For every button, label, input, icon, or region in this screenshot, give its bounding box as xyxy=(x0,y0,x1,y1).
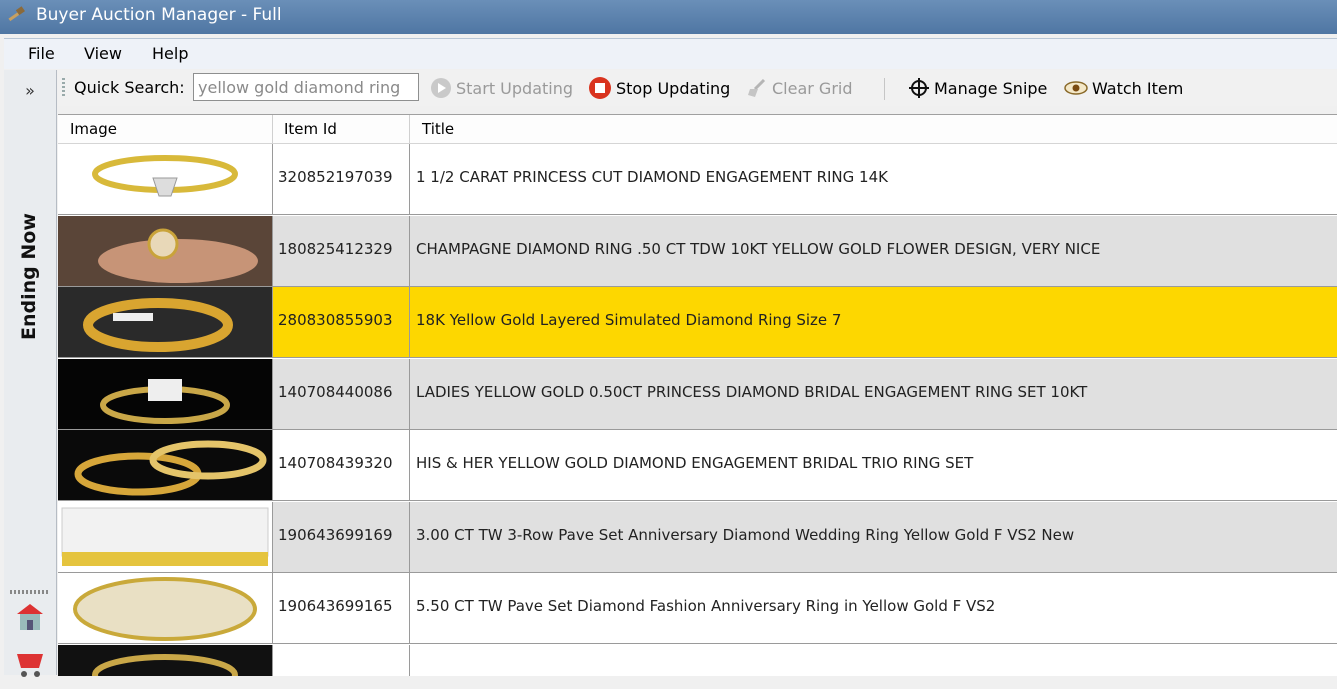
ring-thumbnail[interactable] xyxy=(58,358,272,429)
cart-icon[interactable] xyxy=(12,648,48,682)
cell-divider xyxy=(409,644,410,676)
title-cell: HIS & HER YELLOW GOLD DIAMOND ENGAGEMENT… xyxy=(416,454,974,472)
gavel-icon xyxy=(6,6,28,26)
cell-divider xyxy=(409,573,410,644)
table-row[interactable]: 280830855903 18K Yellow Gold Layered Simu… xyxy=(58,287,1337,358)
column-divider[interactable] xyxy=(409,115,410,143)
ending-now-tab[interactable]: Ending Now xyxy=(18,213,40,340)
quick-search-label: Quick Search: xyxy=(74,78,185,97)
start-updating-label: Start Updating xyxy=(456,78,574,98)
menu-file[interactable]: File xyxy=(28,44,55,63)
cell-divider xyxy=(272,644,273,676)
title-cell: CHAMPAGNE DIAMOND RING .50 CT TDW 10KT Y… xyxy=(416,239,1101,258)
cell-divider xyxy=(409,501,410,573)
cell-divider xyxy=(272,573,273,644)
column-header-image[interactable]: Image xyxy=(70,120,117,138)
manage-snipe-label: Manage Snipe xyxy=(934,78,1048,98)
watch-item-label: Watch Item xyxy=(1092,78,1184,98)
quick-search-input[interactable] xyxy=(193,73,419,101)
ring-thumbnail[interactable] xyxy=(58,287,272,357)
table-row[interactable]: 190643699165 5.50 CT TW Pave Set Diamond … xyxy=(58,573,1337,644)
panel-splitter[interactable] xyxy=(10,590,50,594)
results-grid: Image Item Id Title 320852197039 1 1/2 CA… xyxy=(58,114,1337,676)
watch-item-button[interactable]: Watch Item xyxy=(1064,74,1183,102)
column-header-item-id[interactable]: Item Id xyxy=(284,120,337,138)
play-icon xyxy=(431,78,451,98)
table-row[interactable]: 320852197039 1 1/2 CARAT PRINCESS CUT DIA… xyxy=(58,144,1337,215)
ring-thumbnail[interactable] xyxy=(58,644,272,676)
menu-view[interactable]: View xyxy=(84,44,122,63)
cell-divider xyxy=(409,430,410,501)
ring-thumbnail[interactable] xyxy=(58,430,272,500)
crosshair-icon xyxy=(909,78,929,98)
table-row[interactable]: 140708440086 LADIES YELLOW GOLD 0.50CT PR… xyxy=(58,358,1337,430)
cell-divider xyxy=(272,501,273,573)
ring-thumbnail[interactable] xyxy=(58,144,272,214)
table-row[interactable]: 180825412329 CHAMPAGNE DIAMOND RING .50 C… xyxy=(58,215,1337,287)
toolbar: Quick Search: Start Updating Stop Updati… xyxy=(58,70,1337,106)
cell-divider xyxy=(409,215,410,287)
item-id-cell: 140708440086 xyxy=(278,382,393,401)
cell-divider xyxy=(272,215,273,287)
title-cell: 1 1/2 CARAT PRINCESS CUT DIAMOND ENGAGEM… xyxy=(416,168,888,186)
item-id-cell: 140708439320 xyxy=(278,454,393,472)
eye-icon xyxy=(1064,81,1088,95)
column-divider[interactable] xyxy=(272,115,273,143)
menu-help[interactable]: Help xyxy=(152,44,188,63)
cell-divider xyxy=(409,287,410,358)
ring-thumbnail[interactable] xyxy=(58,501,272,572)
item-id-cell: 280830855903 xyxy=(278,311,393,329)
item-id-cell: 180825412329 xyxy=(278,239,393,258)
clear-grid-label: Clear Grid xyxy=(772,78,853,98)
title-cell: 3.00 CT TW 3-Row Pave Set Anniversary Di… xyxy=(416,525,1075,544)
title-cell: LADIES YELLOW GOLD 0.50CT PRINCESS DIAMO… xyxy=(416,382,1088,401)
cell-divider xyxy=(272,287,273,358)
table-row[interactable]: 140708439320 HIS & HER YELLOW GOLD DIAMON… xyxy=(58,430,1337,501)
column-header-title[interactable]: Title xyxy=(422,120,454,138)
toolbar-grip[interactable] xyxy=(62,78,65,98)
ring-thumbnail[interactable] xyxy=(58,215,272,286)
cell-divider xyxy=(272,358,273,430)
table-row[interactable] xyxy=(58,644,1337,676)
cell-divider xyxy=(409,144,410,215)
item-id-cell: 190643699169 xyxy=(278,525,393,544)
start-updating-button[interactable]: Start Updating xyxy=(430,74,573,102)
menu-bar: File View Help xyxy=(4,38,1337,69)
table-row[interactable]: 190643699169 3.00 CT TW 3-Row Pave Set An… xyxy=(58,501,1337,573)
window-title: Buyer Auction Manager - Full xyxy=(36,5,282,25)
manage-snipe-button[interactable]: Manage Snipe xyxy=(908,74,1047,102)
item-id-cell: 320852197039 xyxy=(278,168,393,186)
ring-thumbnail[interactable] xyxy=(58,573,272,643)
cell-divider xyxy=(409,358,410,430)
stop-updating-label: Stop Updating xyxy=(616,78,731,98)
title-cell: 18K Yellow Gold Layered Simulated Diamon… xyxy=(416,311,842,329)
cell-divider xyxy=(272,430,273,501)
grid-header: Image Item Id Title xyxy=(58,115,1337,144)
left-dock-panel: » Ending Now xyxy=(4,70,57,677)
store-icon[interactable] xyxy=(12,600,48,634)
item-id-cell: 190643699165 xyxy=(278,597,393,615)
broom-icon xyxy=(748,78,766,97)
title-bar: Buyer Auction Manager - Full xyxy=(0,0,1337,34)
toolbar-separator xyxy=(884,78,885,100)
cell-divider xyxy=(272,144,273,215)
clear-grid-button[interactable]: Clear Grid xyxy=(746,74,853,102)
stop-updating-button[interactable]: Stop Updating xyxy=(588,74,730,102)
stop-icon xyxy=(589,77,611,99)
expand-panel-button[interactable]: » xyxy=(8,78,52,104)
title-cell: 5.50 CT TW Pave Set Diamond Fashion Anni… xyxy=(416,597,996,615)
